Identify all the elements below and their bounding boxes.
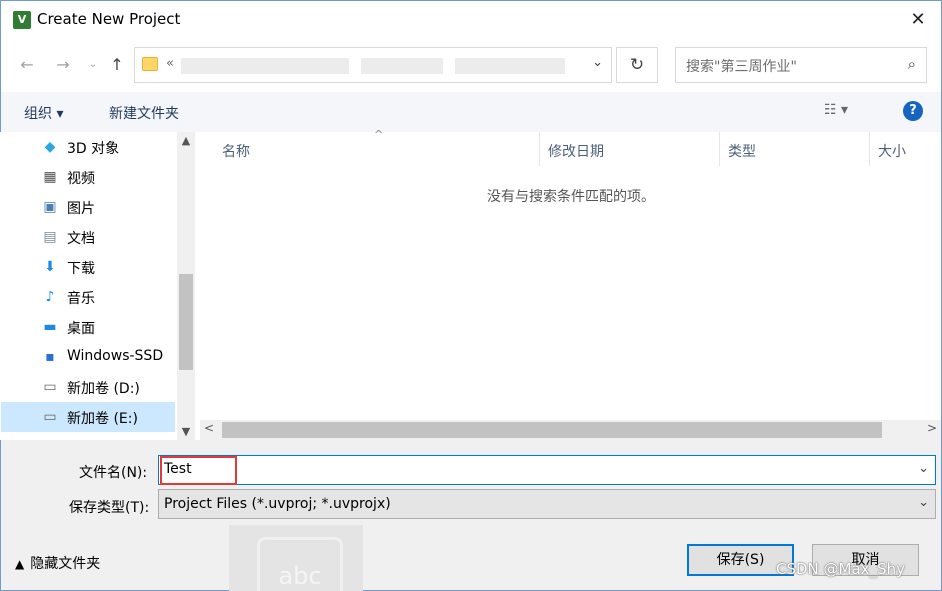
column-header-type[interactable]: 类型 — [720, 132, 870, 166]
drive-icon: ▭ — [43, 379, 57, 395]
sidebar-item[interactable]: ▪ Windows-SSD — [1, 342, 175, 372]
windows-drive-icon: ▪ — [45, 349, 55, 365]
watermark: CSDN @Max_Shy — [776, 560, 905, 578]
chevron-down-icon[interactable]: ⌄ — [918, 495, 929, 510]
sidebar-item[interactable]: ▤ 文档 — [1, 222, 175, 252]
desktop-icon: ▬ — [43, 319, 57, 335]
column-label: 修改日期 — [548, 144, 604, 160]
sidebar-item[interactable]: ♪ 音乐 — [1, 282, 175, 312]
drive-icon: ▭ — [43, 409, 57, 425]
sidebar-item[interactable]: ▭ 新加卷 (E:) — [1, 402, 175, 432]
column-header-date[interactable]: 修改日期 — [540, 132, 720, 166]
window-title: Create New Project — [37, 10, 181, 28]
help-icon[interactable]: ? — [903, 101, 923, 121]
refresh-button[interactable]: ↻ — [616, 47, 658, 83]
sidebar-item[interactable]: ▣ 图片 — [1, 192, 175, 222]
column-label: 类型 — [728, 144, 756, 160]
scroll-down-icon[interactable]: ▼ — [177, 425, 195, 438]
search-icon: ⌕ — [907, 55, 916, 73]
sidebar-item-label: 文档 — [67, 231, 95, 247]
sidebar-item[interactable]: ▬ 桌面 — [1, 312, 175, 342]
sort-ascending-icon: ^ — [374, 128, 384, 141]
address-path-redacted — [455, 58, 565, 74]
filetype-value: Project Files (*.uvproj; *.uvprojx) — [164, 496, 391, 512]
scroll-right-icon[interactable]: > — [927, 421, 937, 435]
sidebar-item-label: 图片 — [67, 201, 95, 217]
address-path-redacted — [361, 58, 443, 74]
ghost-text: abc — [257, 537, 343, 591]
sidebar-item[interactable]: ⬇ 下载 — [1, 252, 175, 282]
view-options-button[interactable]: ☷ ▾ — [824, 102, 848, 118]
filename-label: 文件名(N): — [79, 465, 148, 481]
back-arrow-icon[interactable]: ← — [15, 54, 39, 76]
address-prefix[interactable]: « — [166, 56, 174, 71]
sidebar-item-label: Windows-SSD — [67, 348, 164, 364]
close-button[interactable]: ✕ — [901, 3, 935, 37]
organize-button[interactable]: 组织 ▾ — [24, 103, 63, 123]
downloads-icon: ⬇ — [44, 259, 56, 275]
scroll-up-icon[interactable]: ▲ — [177, 134, 195, 147]
sidebar-item-label: 音乐 — [67, 291, 95, 307]
hide-folders-label: 隐藏文件夹 — [30, 556, 101, 572]
chevron-up-icon: ▲ — [15, 557, 25, 571]
column-header-name[interactable]: 名称 ^ — [200, 128, 540, 166]
column-label: 大小 — [878, 144, 906, 160]
column-header-size[interactable]: 大小 — [870, 132, 941, 166]
filename-field[interactable]: Test ⌄ — [158, 455, 936, 485]
address-bar[interactable]: « ⌄ — [134, 47, 612, 83]
music-icon: ♪ — [45, 289, 55, 305]
empty-results-message: 没有与搜索条件匹配的项。 — [487, 189, 655, 205]
horizontal-scrollbar[interactable]: < > — [200, 420, 941, 440]
column-label: 名称 — [222, 144, 250, 160]
title-bar: V Create New Project ✕ — [0, 0, 942, 38]
scroll-left-icon[interactable]: < — [204, 421, 214, 435]
new-folder-button[interactable]: 新建文件夹 — [109, 103, 179, 123]
pictures-icon: ▣ — [43, 199, 57, 215]
sidebar-item-label: 新加卷 (D:) — [67, 381, 140, 397]
sidebar-item-label: 3D 对象 — [67, 141, 120, 157]
search-input[interactable]: 搜索"第三周作业" — [686, 56, 797, 76]
sidebar-item-label: 新加卷 (E:) — [67, 411, 138, 427]
file-list-pane: 名称 ^ 修改日期 类型 大小 没有与搜索条件匹配的项。 < > — [200, 128, 942, 440]
sidebar-item[interactable]: ◆ 3D 对象 — [1, 132, 175, 162]
scrollbar-thumb[interactable] — [222, 422, 882, 438]
folder-icon — [142, 57, 158, 71]
up-arrow-icon[interactable]: ↑ — [105, 54, 129, 76]
sidebar-item-label: 下载 — [67, 261, 95, 277]
sidebar-item-label: 桌面 — [67, 321, 95, 337]
recent-locations-chevron-icon[interactable]: ⌄ — [81, 54, 105, 76]
navigation-bar: ← → ⌄ ↑ « ⌄ ↻ 搜索"第三周作业" ⌕ — [0, 38, 942, 92]
search-box[interactable]: 搜索"第三周作业" ⌕ — [675, 47, 927, 83]
navigation-scrollbar[interactable]: ▲ ▼ — [177, 132, 195, 440]
sidebar-item[interactable]: ▦ 视频 — [1, 162, 175, 192]
hide-folders-toggle[interactable]: ▲ 隐藏文件夹 — [15, 553, 100, 573]
sidebar-item[interactable]: ▭ 新加卷 (D:) — [1, 372, 175, 402]
highlight-box — [160, 456, 237, 485]
scrollbar-thumb[interactable] — [179, 274, 193, 370]
video-icon: ▦ — [43, 169, 57, 185]
3d-objects-icon: ◆ — [44, 139, 56, 155]
filetype-label: 保存类型(T): — [69, 500, 150, 516]
filetype-select[interactable]: Project Files (*.uvproj; *.uvprojx) ⌄ — [158, 489, 936, 519]
address-path-redacted — [181, 58, 349, 74]
uvision-app-icon: V — [13, 11, 31, 29]
navigation-pane: ◆ 3D 对象 ▦ 视频 ▣ 图片 ▤ 文档 ⬇ 下载 ♪ 音乐 ▬ 桌面 ▪ Windows-SSD ▭ 新加卷… — [1, 132, 195, 440]
sidebar-item-label: 视频 — [67, 171, 95, 187]
input-method-ghost: abc — [229, 525, 363, 591]
documents-icon: ▤ — [43, 229, 57, 245]
command-toolbar: 组织 ▾ 新建文件夹 ☷ ▾ ? — [0, 92, 942, 132]
forward-arrow-icon[interactable]: → — [51, 54, 75, 76]
chevron-down-icon[interactable]: ⌄ — [918, 461, 929, 476]
chevron-down-icon[interactable]: ⌄ — [592, 55, 603, 70]
